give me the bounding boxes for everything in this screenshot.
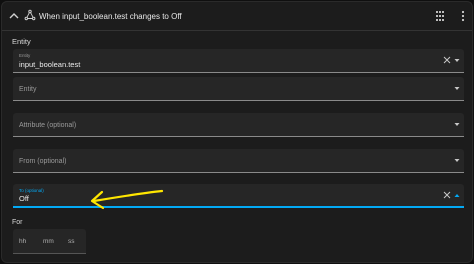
entity-field-value: input_boolean.test [19,60,81,69]
from-state-picker[interactable]: From (optional) [13,149,464,173]
entity-picker-selected[interactable]: Entity input_boolean.test [13,49,464,73]
chevron-up-icon[interactable] [454,193,460,198]
attribute-placeholder: Attribute (optional) [19,122,77,129]
attribute-picker[interactable]: Attribute (optional) [13,113,464,137]
from-placeholder: From (optional) [19,158,67,165]
chevron-down-icon[interactable] [454,122,460,127]
to-state-picker[interactable]: To (optional) Off [13,184,464,208]
entity-placeholder: Entity [19,86,37,93]
minutes-field[interactable]: mm [43,238,54,245]
entity-section-label: Entity [12,37,31,46]
trigger-title: When input_boolean.test changes to Off [39,12,182,21]
for-section-label: For [12,219,23,226]
entity-picker-empty[interactable]: Entity [13,77,464,101]
chevron-down-icon[interactable] [454,58,460,63]
hours-field[interactable]: hh [19,238,26,245]
to-field-label: To (optional) [19,188,44,193]
to-field-value[interactable]: Off [19,194,29,203]
duration-input[interactable]: hh mm ss [13,229,86,254]
trigger-card: When input_boolean.test changes to Off E… [1,1,473,263]
entity-field-label: Entity [19,53,31,58]
trigger-header[interactable]: When input_boolean.test changes to Off [2,2,472,31]
clear-icon[interactable] [443,191,451,199]
chevron-up-icon[interactable] [8,10,20,22]
chevron-down-icon[interactable] [454,86,460,91]
more-vert-icon[interactable] [460,10,466,22]
chevron-down-icon[interactable] [454,158,460,163]
annotation-arrow-icon [90,189,164,210]
state-trigger-icon [24,9,36,21]
clear-icon[interactable] [443,56,451,64]
seconds-field[interactable]: ss [68,238,75,245]
drag-handle-icon[interactable] [435,10,445,22]
